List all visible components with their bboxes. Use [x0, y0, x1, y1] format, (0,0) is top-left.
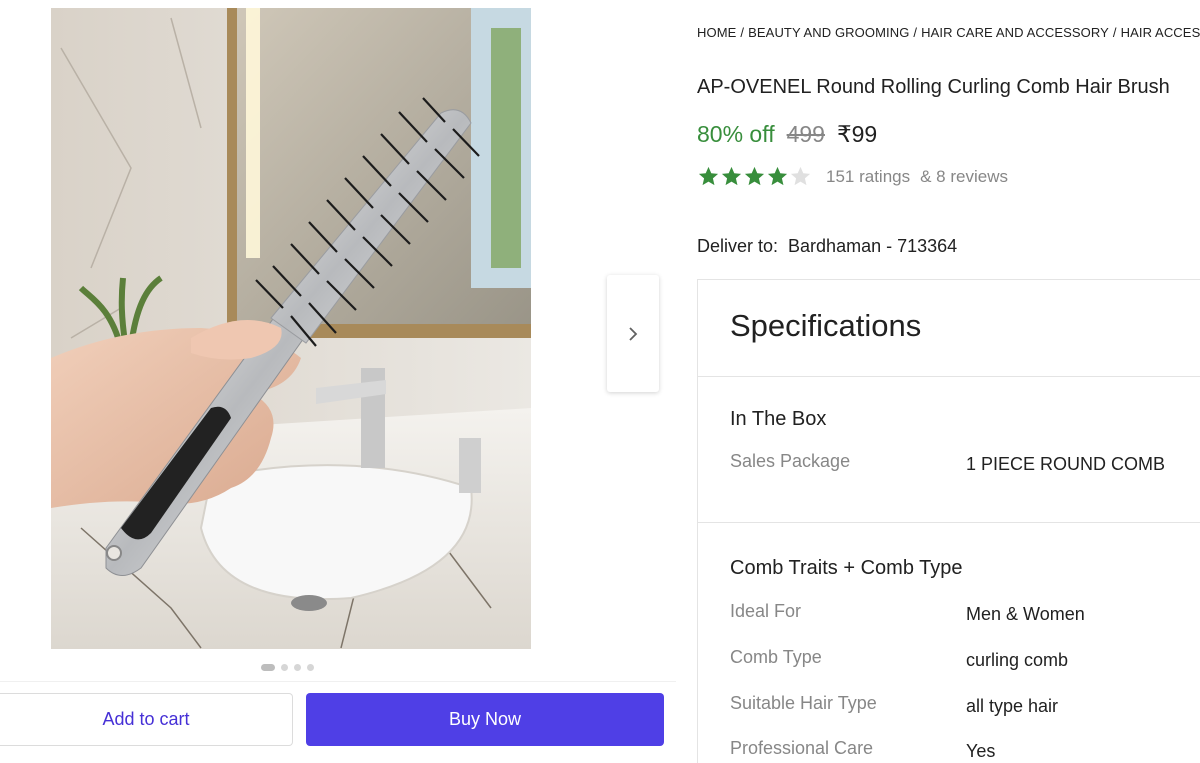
- spec-key: Sales Package: [730, 451, 851, 471]
- rating-summary[interactable]: 151 ratings & 8 reviews: [697, 165, 1008, 188]
- delivery-location[interactable]: Deliver to: Bardhaman - 713364: [697, 236, 957, 257]
- spec-row: Suitable Hair Type all type hair: [730, 693, 1190, 716]
- breadcrumb-item[interactable]: HAIR ACCESSORY: [1121, 25, 1200, 40]
- chevron-right-icon: [629, 326, 638, 341]
- discount-percent: 80% off: [697, 121, 775, 147]
- buy-now-button[interactable]: Buy Now: [306, 693, 664, 746]
- specifications-header: Specifications: [698, 280, 1200, 377]
- breadcrumb-item[interactable]: HAIR CARE AND ACCESSORY: [921, 25, 1109, 40]
- spec-section-title: Comb Traits + Comb Type: [730, 557, 963, 579]
- spec-value: Yes: [966, 741, 996, 761]
- spec-value: Men & Women: [966, 604, 1085, 624]
- product-image[interactable]: [51, 8, 531, 649]
- carousel-next-button[interactable]: [607, 275, 659, 392]
- reviews-count[interactable]: & 8 reviews: [920, 167, 1008, 187]
- star-icon: [721, 166, 742, 186]
- spec-key: Ideal For: [730, 601, 802, 621]
- delivery-label: Deliver to:: [697, 236, 779, 256]
- spec-section-in-the-box: In The Box Sales Package 1 PIECE ROUND C…: [698, 377, 1200, 523]
- spec-section-comb-traits: Comb Traits + Comb Type Ideal For Men & …: [698, 523, 1200, 763]
- add-to-cart-button[interactable]: Add to cart: [0, 693, 293, 746]
- spec-row: Ideal For Men & Women: [730, 601, 1190, 624]
- star-rating: [697, 165, 812, 188]
- star-icon: [790, 166, 811, 186]
- carousel-dot[interactable]: [281, 664, 288, 671]
- selling-price: ₹99: [836, 121, 878, 147]
- price-row: 80% off 499 ₹99: [697, 121, 877, 148]
- carousel-dot[interactable]: [294, 664, 301, 671]
- breadcrumb-item[interactable]: BEAUTY AND GROOMING: [748, 25, 909, 40]
- spec-value: curling comb: [966, 650, 1069, 670]
- spec-value: all type hair: [966, 696, 1059, 716]
- star-icon: [744, 166, 765, 186]
- product-title: AP-OVENEL Round Rolling Curling Comb Hai…: [697, 76, 1170, 98]
- spec-row: Sales Package 1 PIECE ROUND COMB: [730, 451, 1190, 474]
- spec-row: Professional Care Yes: [730, 738, 1190, 761]
- star-icon: [698, 166, 719, 186]
- specifications-title: Specifications: [730, 308, 922, 343]
- spec-key: Comb Type: [730, 647, 822, 667]
- breadcrumb-item[interactable]: HOME: [697, 25, 736, 40]
- spec-section-title: In The Box: [730, 408, 827, 430]
- carousel-dot[interactable]: [261, 664, 275, 671]
- star-icon: [767, 166, 788, 186]
- carousel-dots: [261, 664, 314, 671]
- ratings-count[interactable]: 151 ratings: [826, 167, 910, 187]
- spec-key: Professional Care: [730, 738, 874, 758]
- spec-row: Comb Type curling comb: [730, 647, 1190, 670]
- original-price: 499: [786, 121, 825, 147]
- carousel-dot[interactable]: [307, 664, 314, 671]
- delivery-address[interactable]: Bardhaman - 713364: [788, 236, 957, 256]
- specifications-card: Specifications In The Box Sales Package …: [697, 279, 1200, 763]
- spec-key: Suitable Hair Type: [730, 693, 877, 713]
- product-photo: [51, 8, 531, 649]
- breadcrumb: HOME / BEAUTY AND GROOMING / HAIR CARE AND A…: [697, 25, 1200, 40]
- spec-value: 1 PIECE ROUND COMB: [966, 454, 1166, 474]
